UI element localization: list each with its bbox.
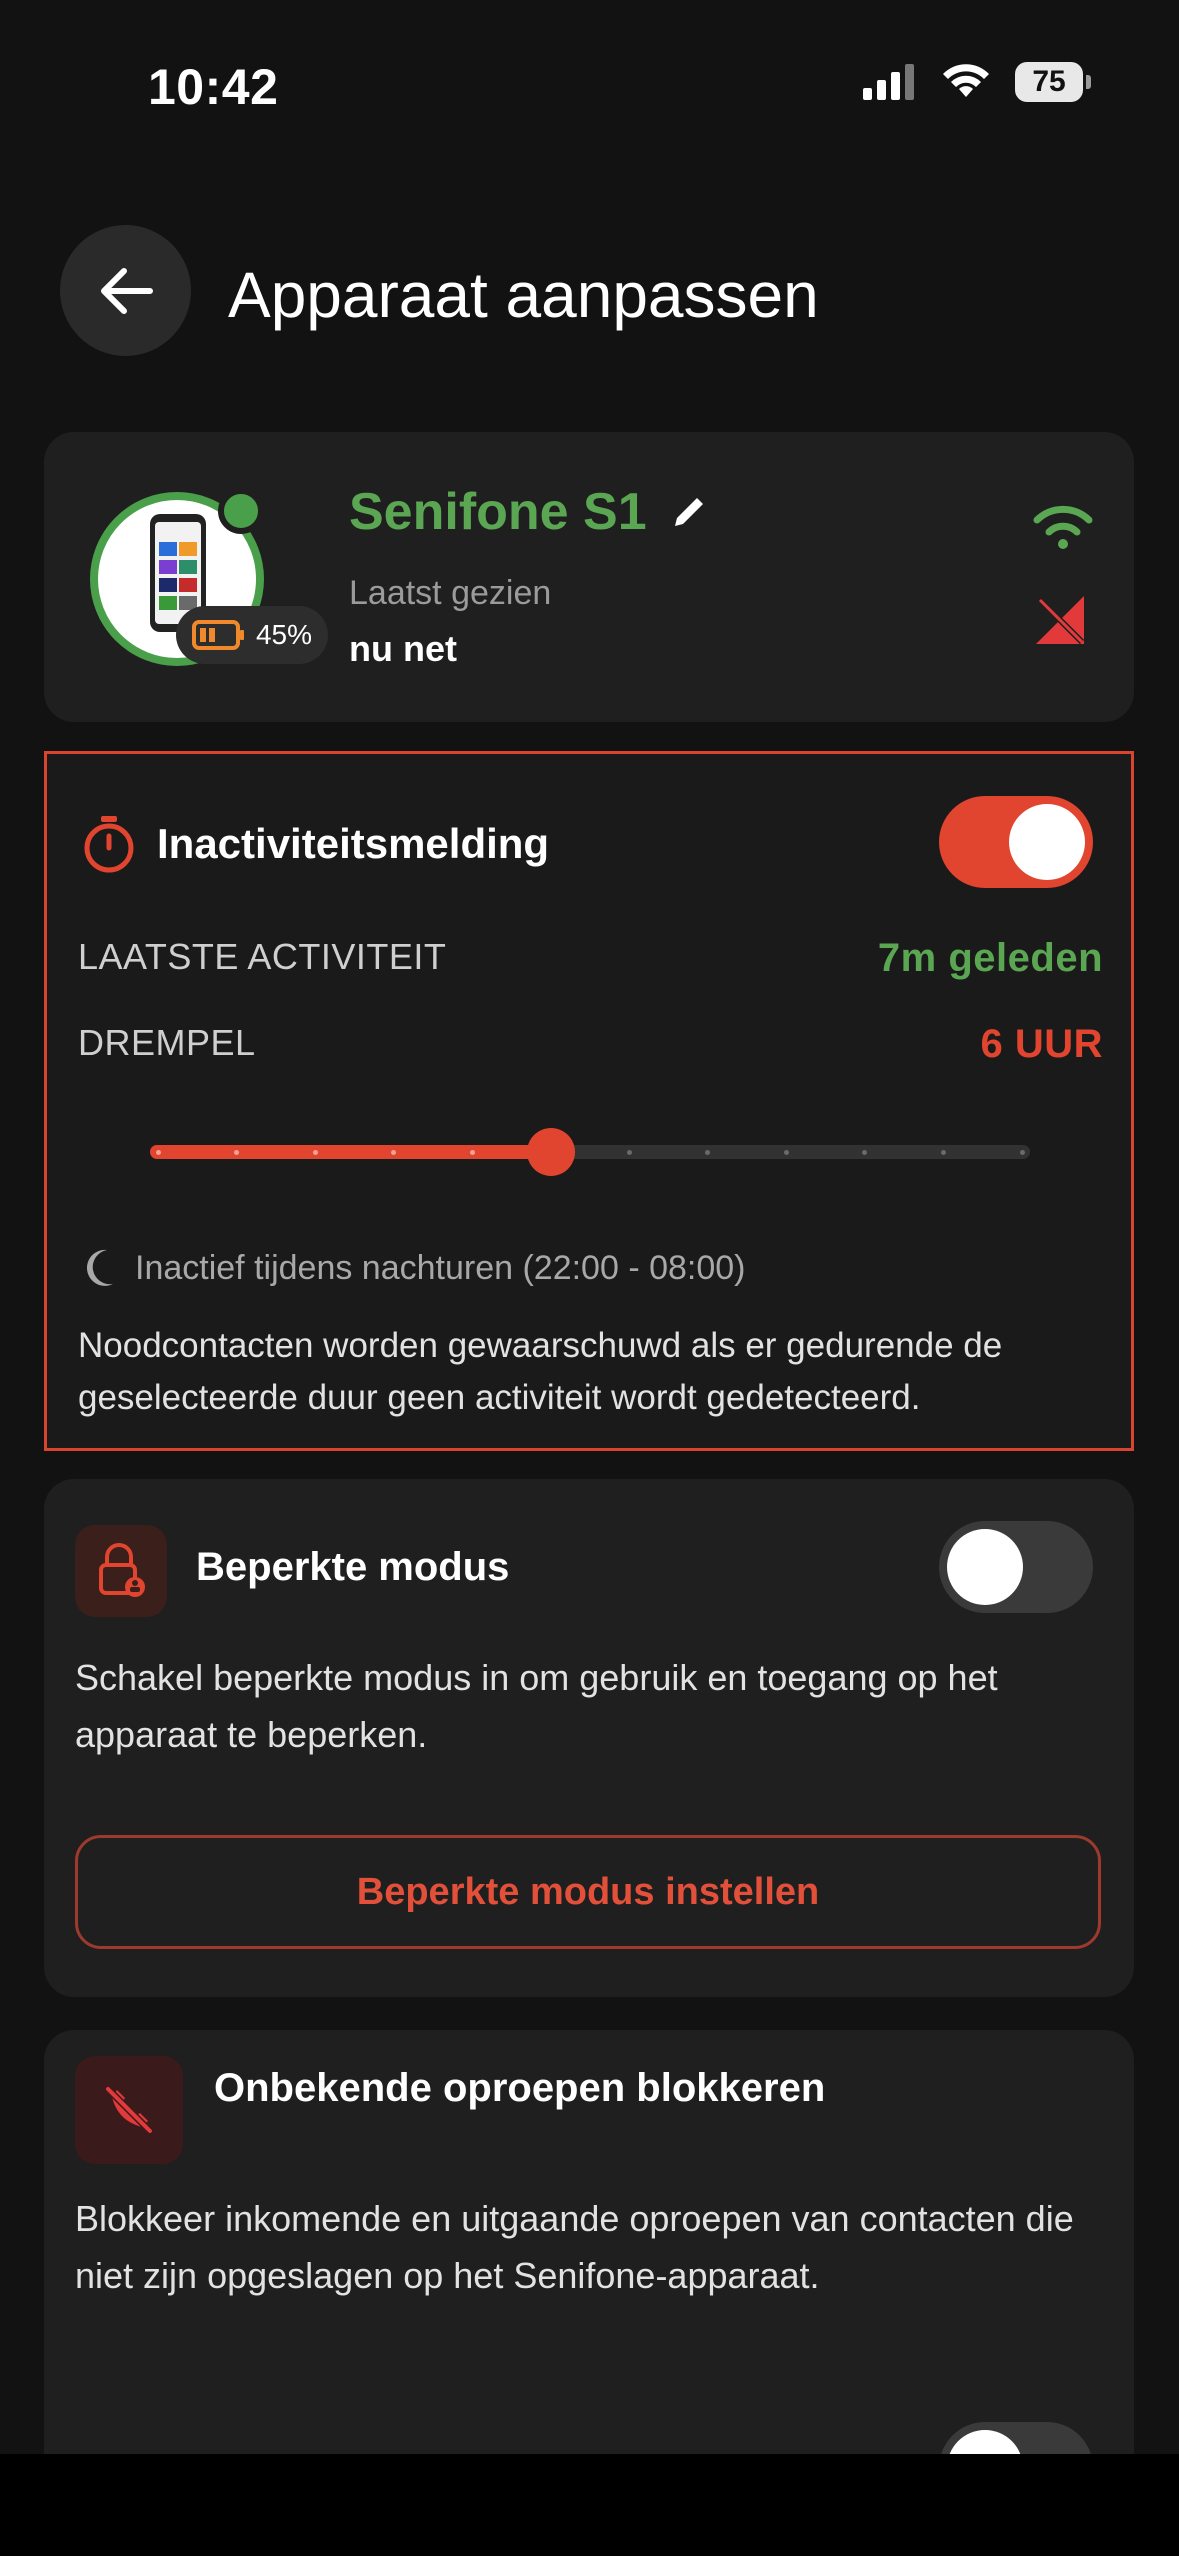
block-icon-box [75, 2056, 183, 2164]
back-button[interactable] [60, 225, 191, 356]
slider-step[interactable] [940, 1150, 946, 1155]
pencil-icon[interactable] [669, 492, 709, 532]
night-hours-row: Inactief tijdens nachturen (22:00 - 08:0… [81, 1248, 746, 1288]
last-seen-label: Laatst gezien [349, 574, 552, 612]
device-card[interactable]: 45% Senifone S1 Laatst gezien nu net [44, 432, 1134, 722]
slider-thumb[interactable] [526, 1128, 575, 1176]
restricted-mode-card: Beperkte modus Schakel beperkte modus in… [44, 1479, 1134, 1997]
wifi-connected-icon [1033, 505, 1093, 549]
slider-step[interactable] [312, 1150, 318, 1155]
slider-step[interactable] [1019, 1150, 1025, 1155]
night-hours-text: Inactief tijdens nachturen (22:00 - 08:0… [135, 1248, 746, 1287]
inactivity-header: Inactiviteitsmelding [81, 814, 549, 874]
slider-step[interactable] [626, 1150, 632, 1155]
restricted-mode-toggle[interactable] [939, 1521, 1093, 1613]
last-activity-value: 7m geleden [877, 936, 1103, 980]
threshold-slider[interactable] [150, 1128, 1030, 1176]
online-indicator [218, 488, 264, 534]
page-title: Apparaat aanpassen [228, 259, 819, 331]
last-activity-label: LAATSTE ACTIVITEIT [78, 936, 447, 977]
last-seen-value: nu net [349, 628, 457, 669]
status-icons: 75 [863, 62, 1091, 102]
inactivity-description: Noodcontacten worden gewaarschuwd als er… [78, 1326, 1003, 1417]
bottom-safe-area [0, 2454, 1179, 2556]
restricted-icon-box [75, 1525, 167, 1617]
slider-step[interactable] [234, 1150, 240, 1155]
arrow-left-icon [100, 267, 153, 314]
wifi-icon [943, 64, 989, 97]
slider-step[interactable] [862, 1150, 868, 1155]
battery-indicator: 75 [1015, 62, 1091, 102]
phone-blocked-icon [105, 2086, 153, 2134]
block-unknown-description: Blokkeer inkomende en uitgaande oproepen… [75, 2198, 1074, 2296]
toggle-knob [947, 1529, 1023, 1605]
inactivity-section: Inactiviteitsmelding LAATSTE ACTIVITEIT … [44, 751, 1134, 1451]
slider-fill [150, 1145, 551, 1159]
setup-restricted-mode-button[interactable]: Beperkte modus instellen [75, 1835, 1101, 1949]
threshold-value: 6 UUR [980, 1022, 1103, 1066]
no-signal-icon [1036, 596, 1085, 645]
restricted-mode-description: Schakel beperkte modus in om gebruik en … [75, 1657, 998, 1755]
device-battery-badge: 45% [176, 606, 328, 664]
cellular-signal-icon [863, 64, 914, 100]
lock-icon [99, 1543, 145, 1597]
restricted-mode-title: Beperkte modus [196, 1545, 510, 1589]
status-time: 10:42 [148, 59, 279, 115]
moon-icon [86, 1249, 113, 1286]
battery-icon [191, 620, 244, 650]
inactivity-toggle[interactable] [939, 796, 1093, 888]
inactivity-title: Inactiviteitsmelding [157, 820, 550, 867]
slider-step[interactable] [783, 1150, 789, 1155]
block-unknown-title: Onbekende oproepen blokkeren [214, 2066, 826, 2110]
slider-step[interactable] [705, 1150, 711, 1155]
device-name: Senifone S1 [349, 483, 647, 541]
slider-step[interactable] [469, 1150, 475, 1155]
device-name-row[interactable]: Senifone S1 [349, 482, 709, 542]
stopwatch-icon [84, 816, 134, 873]
slider-step[interactable] [155, 1150, 161, 1155]
threshold-label: DREMPEL [78, 1022, 256, 1063]
toggle-knob [1009, 804, 1085, 880]
device-battery-percent: 45% [255, 619, 313, 650]
